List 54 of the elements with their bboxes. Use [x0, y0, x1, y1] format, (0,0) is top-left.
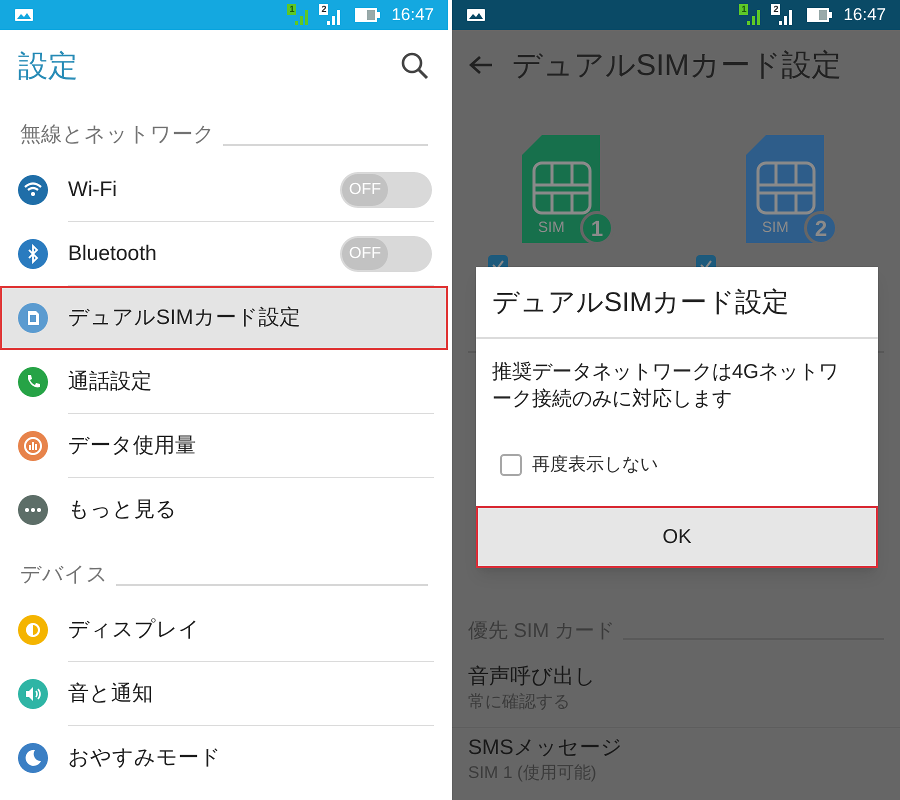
bluetooth-icon: [18, 239, 48, 269]
search-icon[interactable]: [400, 51, 430, 81]
number-badge: 1: [580, 211, 614, 245]
sim-number: 2: [772, 4, 780, 15]
section-header: 無線とネットワーク: [20, 122, 215, 148]
battery-icon: [355, 7, 382, 23]
section-header: デバイス: [20, 562, 108, 588]
ok-button[interactable]: OK: [476, 506, 878, 568]
settings-row[interactable]: Wi-Fi OFF: [0, 158, 448, 222]
settings-row[interactable]: 通話設定: [0, 350, 448, 414]
back-arrow-icon[interactable]: [468, 54, 494, 76]
row-label: もっと見る: [68, 497, 178, 524]
speaker-icon: [18, 679, 48, 709]
settings-row[interactable]: 音と通知: [0, 662, 448, 726]
sim-label: SIM: [538, 218, 565, 238]
row-label: Bluetooth: [68, 241, 158, 268]
battery-icon: [807, 7, 834, 23]
more-dots-icon: [18, 495, 48, 525]
settings-row[interactable]: Bluetooth OFF: [0, 222, 448, 286]
phone-icon: [18, 367, 48, 397]
checkbox[interactable]: [500, 454, 522, 476]
number-badge: 2: [804, 211, 838, 245]
wifi-icon: [18, 175, 48, 205]
sim-card-icon: [18, 303, 48, 333]
image-icon: [466, 8, 486, 22]
image-icon: [14, 8, 34, 22]
sim-label: SIM: [762, 218, 789, 238]
row-label: Wi-Fi: [68, 177, 118, 204]
settings-row[interactable]: もっと見る: [0, 478, 448, 542]
settings-row[interactable]: ディスプレイ: [0, 598, 448, 662]
data-chart-icon: [18, 431, 48, 461]
dialog-message: 推奨データネットワークは4Gネットワーク接続のみに対応します: [491, 360, 840, 412]
row-label: 音と通知: [68, 681, 154, 708]
clock-time: 16:47: [391, 4, 434, 26]
screen-title: 設定: [18, 48, 78, 84]
sim-number: 1: [740, 4, 748, 15]
row-label: データ使用量: [68, 433, 197, 460]
clock-time: 16:47: [843, 4, 886, 26]
row-label: おやすみモード: [68, 745, 222, 772]
brightness-icon: [18, 615, 48, 645]
dialog-title: デュアルSIMカード設定: [492, 286, 790, 319]
row-label: 通話設定: [68, 369, 153, 396]
moon-icon: [18, 743, 48, 773]
row-label: ディスプレイ: [68, 617, 201, 644]
sim-number: 2: [320, 4, 328, 15]
settings-row[interactable]: おやすみモード: [0, 726, 448, 790]
checkbox-label: 再度表示しない: [532, 453, 658, 476]
settings-row[interactable]: データ使用量: [0, 414, 448, 478]
settings-row[interactable]: デュアルSIMカード設定: [0, 286, 448, 350]
row-title: SMSメッセージ: [468, 734, 624, 760]
screen-title: デュアルSIMカード設定: [512, 48, 842, 84]
sim-number: 1: [288, 4, 296, 15]
row-title: 音声呼び出し: [468, 664, 597, 690]
row-label: デュアルSIMカード設定: [68, 305, 302, 332]
